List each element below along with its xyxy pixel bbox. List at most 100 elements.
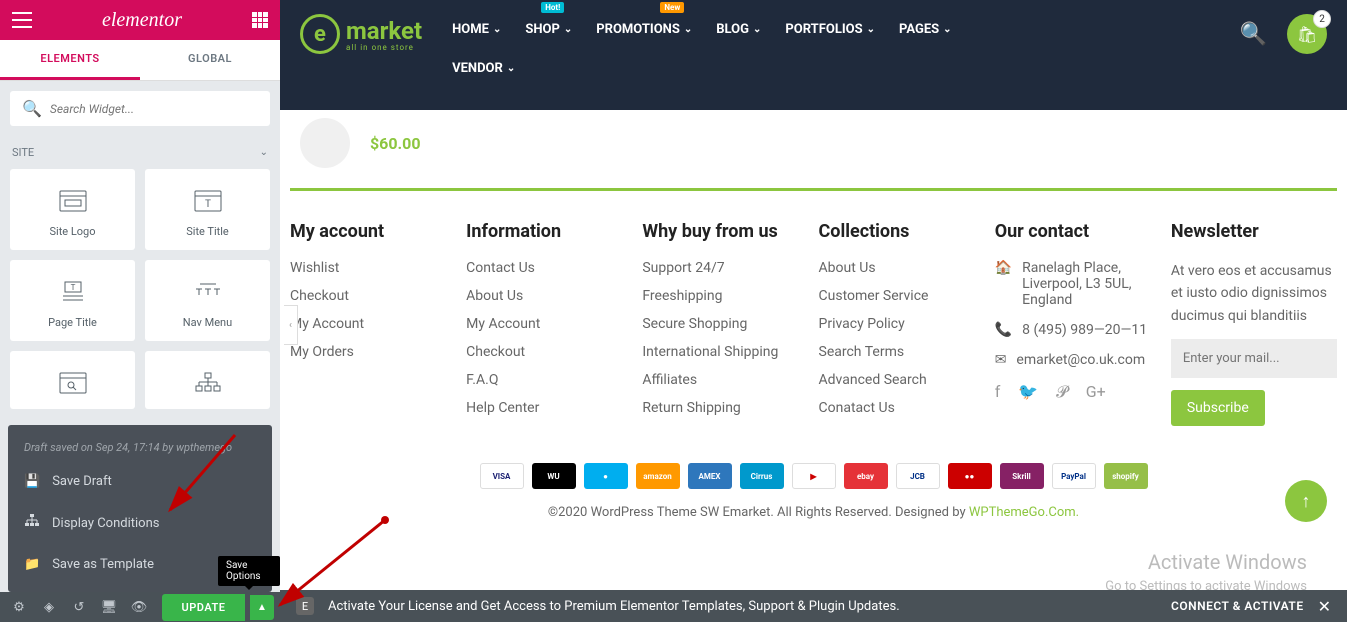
nav-home[interactable]: HOME⌄ — [452, 14, 501, 45]
theme-link[interactable]: WPThemeGo.Com. — [969, 505, 1079, 520]
search-widget-input[interactable] — [50, 102, 258, 116]
nav-pages[interactable]: PAGES⌄ — [899, 14, 952, 45]
windows-watermark: Activate Windows — [1148, 550, 1307, 574]
sidebar-tabs: ELEMENTS GLOBAL — [0, 40, 280, 81]
widget-extra-2[interactable] — [145, 351, 270, 409]
footer-link[interactable]: Checkout — [466, 344, 632, 360]
amazon-icon: amazon — [636, 463, 680, 489]
history-icon[interactable]: ↺ — [66, 594, 92, 620]
logo-subtitle: all in one store — [346, 43, 422, 52]
save-draft-item[interactable]: 💾 Save Draft — [8, 462, 272, 501]
footer-link[interactable]: Search Terms — [819, 344, 985, 360]
site-logo[interactable]: e market all in one store — [300, 14, 422, 54]
newsletter-text: At vero eos et accusamus et iusto odio d… — [1171, 260, 1337, 327]
grid-icon[interactable] — [252, 12, 268, 28]
footer-link[interactable]: Wishlist — [290, 260, 456, 276]
footer-link[interactable]: Freeshipping — [642, 288, 808, 304]
facebook-icon[interactable]: f — [995, 382, 1001, 402]
conditions-icon — [24, 513, 40, 533]
page-title-icon: T — [59, 278, 87, 306]
site-topnav: e market all in one store HOME⌄ Hot!SHOP… — [280, 0, 1347, 110]
widget-site-logo[interactable]: Site Logo — [10, 169, 135, 250]
copyright-text: ©2020 WordPress Theme SW Emarket. All Ri… — [280, 505, 1347, 520]
product-thumbnail[interactable] — [300, 118, 350, 168]
logo-text: market — [346, 17, 422, 45]
widget-grid: Site Logo T Site Title T Page Title Nav … — [0, 169, 280, 409]
logo-icon — [59, 187, 87, 215]
footer-link[interactable]: About Us — [466, 288, 632, 304]
nav-portfolios[interactable]: PORTFOLIOS⌄ — [785, 14, 875, 45]
scroll-top-button[interactable]: ↑ — [1285, 480, 1327, 522]
footer-link[interactable]: Return Shipping — [642, 400, 808, 416]
cart-button[interactable]: 🛍 2 — [1287, 14, 1327, 54]
google-plus-icon[interactable]: G+ — [1086, 382, 1106, 402]
nav-promotions[interactable]: NewPROMOTIONS⌄ — [596, 14, 692, 45]
skrill-icon: Skrill — [1000, 463, 1044, 489]
footer-link[interactable]: Customer Service — [819, 288, 985, 304]
tab-global[interactable]: GLOBAL — [140, 40, 280, 80]
amex-icon: AMEX — [688, 463, 732, 489]
widget-nav-menu[interactable]: Nav Menu — [145, 260, 270, 341]
widget-site-title[interactable]: T Site Title — [145, 169, 270, 250]
nav-shop[interactable]: Hot!SHOP⌄ — [525, 14, 572, 45]
footer-title: Newsletter — [1171, 221, 1337, 242]
license-text: Activate Your License and Get Access to … — [328, 599, 900, 614]
sidebar-bottom-bar: ⚙ ◈ ↺ 🖥 👁 UPDATE ▲ — [0, 592, 280, 622]
nav-vendor[interactable]: VENDOR⌄ — [452, 53, 1240, 84]
preview-icon[interactable]: 👁 — [126, 594, 152, 620]
twitter-icon[interactable]: 🐦 — [1018, 382, 1038, 402]
footer-link[interactable]: Checkout — [290, 288, 456, 304]
footer-link[interactable]: F.A.Q — [466, 372, 632, 388]
footer-link[interactable]: International Shipping — [642, 344, 808, 360]
menu-icon[interactable] — [12, 12, 32, 28]
save-icon: 💾 — [24, 474, 40, 489]
responsive-icon[interactable]: 🖥 — [96, 594, 122, 620]
settings-icon[interactable]: ⚙ — [6, 594, 32, 620]
nav-blog[interactable]: BLOG⌄ — [716, 14, 761, 45]
footer-link[interactable]: Contact Us — [466, 260, 632, 276]
close-icon[interactable]: ✕ — [1318, 597, 1331, 616]
footer-link[interactable]: Conatact Us — [819, 400, 985, 416]
phone-icon: 📞 — [995, 322, 1012, 338]
widget-extra-1[interactable] — [10, 351, 135, 409]
footer-col-collections: Collections About Us Customer Service Pr… — [819, 221, 985, 428]
contact-email: ✉emarket@co.uk.com — [995, 352, 1161, 368]
product-row: $60.00 — [280, 110, 1347, 188]
bag-icon: 🛍 — [1297, 25, 1317, 44]
footer-link[interactable]: My Orders — [290, 344, 456, 360]
widget-page-title[interactable]: T Page Title — [10, 260, 135, 341]
mail-icon: ✉ — [995, 352, 1007, 368]
nav-menu-icon — [194, 278, 222, 306]
cirrus-icon: Cirrus — [740, 463, 784, 489]
tab-elements[interactable]: ELEMENTS — [0, 40, 140, 80]
update-button[interactable]: UPDATE — [162, 594, 245, 621]
footer-link[interactable]: Support 24/7 — [642, 260, 808, 276]
display-conditions-item[interactable]: Display Conditions — [8, 501, 272, 545]
footer-link[interactable]: Secure Shopping — [642, 316, 808, 332]
pinterest-icon[interactable]: 𝓟 — [1056, 382, 1068, 402]
payments-row: VISA WU ● amazon AMEX Cirrus ▶ ebay JCB … — [280, 448, 1347, 535]
panel-collapse-handle[interactable]: ‹ — [284, 305, 298, 345]
subscribe-button[interactable]: Subscribe — [1171, 390, 1265, 426]
footer-link[interactable]: Help Center — [466, 400, 632, 416]
footer-link[interactable]: My Account — [290, 316, 456, 332]
svg-text:T: T — [70, 283, 75, 292]
footer-link[interactable]: My Account — [466, 316, 632, 332]
delta-icon: ▶ — [792, 463, 836, 489]
footer-col-why: Why buy from us Support 24/7 Freeshippin… — [642, 221, 808, 428]
footer-link[interactable]: About Us — [819, 260, 985, 276]
footer-link[interactable]: Advanced Search — [819, 372, 985, 388]
section-site[interactable]: SITE ⌄ — [0, 136, 280, 169]
footer-link[interactable]: Privacy Policy — [819, 316, 985, 332]
footer-link[interactable]: Affiliates — [642, 372, 808, 388]
brand-logo: elementor — [32, 9, 252, 32]
update-options-caret[interactable]: ▲ — [250, 595, 274, 620]
draft-saved-info: Draft saved on Sep 24, 17:14 by wpthemeg… — [8, 433, 272, 462]
newsletter-email-input[interactable] — [1171, 339, 1337, 378]
nav-search-icon[interactable]: 🔍 — [1240, 22, 1267, 47]
visa-icon: VISA — [480, 463, 524, 489]
main-nav-menu: HOME⌄ Hot!SHOP⌄ NewPROMOTIONS⌄ BLOG⌄ POR… — [452, 14, 1240, 84]
elementor-icon: E — [296, 597, 314, 615]
connect-activate-button[interactable]: CONNECT & ACTIVATE — [1171, 599, 1304, 613]
navigator-icon[interactable]: ◈ — [36, 594, 62, 620]
